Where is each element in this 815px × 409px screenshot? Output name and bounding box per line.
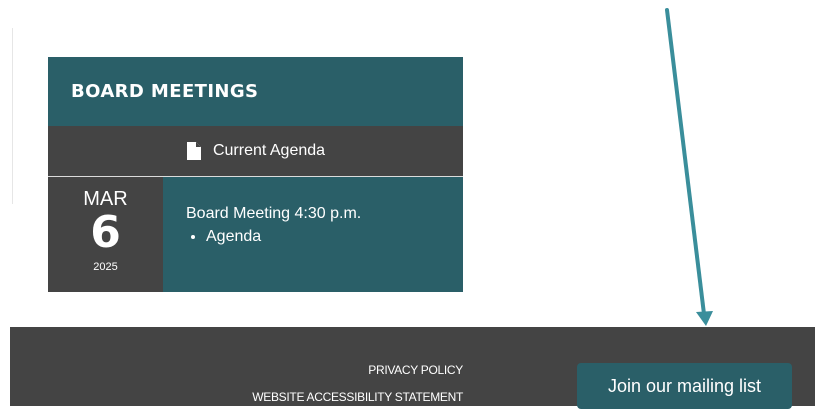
document-icon	[186, 142, 201, 160]
event-links: Agenda	[186, 227, 463, 247]
event-date: MAR 6 2025	[48, 177, 163, 292]
accessibility-statement-link[interactable]: WEBSITE ACCESSIBILITY STATEMENT	[252, 390, 463, 404]
board-meetings-header: BOARD MEETINGS	[48, 57, 463, 126]
mailing-list-button[interactable]: Join our mailing list	[577, 363, 792, 409]
event-day: 6	[90, 207, 121, 258]
event-year: 2025	[93, 261, 118, 273]
current-agenda-link[interactable]: Current Agenda	[48, 126, 463, 177]
board-meetings-title: BOARD MEETINGS	[71, 81, 259, 102]
event-title: Board Meeting 4:30 p.m.	[186, 205, 362, 222]
privacy-policy-link[interactable]: PRIVACY POLICY	[368, 363, 463, 377]
divider	[12, 28, 13, 204]
event-details: Board Meeting 4:30 p.m. Agenda	[163, 177, 463, 292]
board-meetings-widget: BOARD MEETINGS Current Agenda MAR 6 2025…	[48, 57, 463, 292]
current-agenda-label: Current Agenda	[212, 142, 326, 159]
agenda-link[interactable]: Agenda	[206, 227, 463, 247]
event-row: MAR 6 2025 Board Meeting 4:30 p.m. Agend…	[48, 177, 463, 292]
footer: PRIVACY POLICY WEBSITE ACCESSIBILITY STA…	[10, 327, 815, 409]
